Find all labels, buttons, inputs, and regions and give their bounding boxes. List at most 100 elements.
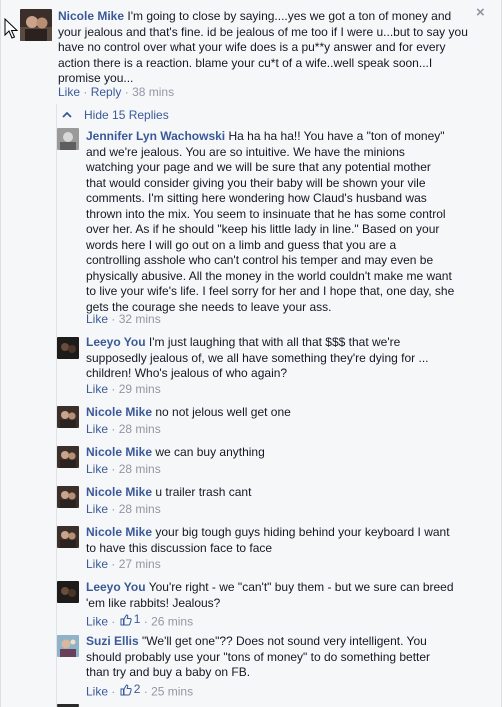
avatar[interactable] (57, 526, 79, 548)
comment-body: Nicole Mike no not jelous well get one (86, 405, 496, 421)
like-button[interactable]: Like (86, 382, 108, 396)
comment-line: over her. As if he should "keep his litt… (86, 222, 440, 236)
hide-replies-button[interactable]: Hide 15 Replies (62, 107, 169, 123)
comment-body: Nicole Mike we can buy anything (86, 445, 496, 461)
comment-body: Nicole Mike your big tough guys hiding b… (86, 525, 496, 556)
comment-actions: Like · Reply · 38 mins (58, 85, 175, 99)
comment-line: should probably use your "tons of money"… (86, 649, 431, 664)
comment-line: Leeyo You I'm just laughing that with al… (86, 335, 401, 349)
like-button[interactable]: Like (86, 615, 108, 629)
comment-body: Nicole Mike u trailer trash cant (86, 485, 496, 501)
comment-line: watching your page and we will be sure t… (86, 160, 431, 174)
comment-body: Leeyo You You're right - we "can't" buy … (86, 580, 496, 611)
comment-body: Suzi Ellis "We'll get one"?? Does not so… (86, 634, 496, 681)
comment-line: Nicole Mike no not jelous well get one (86, 405, 291, 419)
thumbs-up-icon (120, 683, 132, 695)
comment-author[interactable]: Suzi Ellis (86, 634, 139, 648)
comment-line: comments. I'm sitting here wondering how… (86, 191, 427, 205)
comment-line: 'em like rabbits! Jealous? (86, 595, 221, 610)
comment-author[interactable]: Nicole Mike (86, 405, 152, 419)
comment-line: Nicole Mike I'm going to close by saying… (58, 9, 452, 23)
comment-line: Leeyo You You're right - we "can't" buy … (86, 580, 454, 594)
comment-line: Suzi Ellis "We'll get one"?? Does not so… (86, 634, 427, 648)
comment-line: children! Who's jealous of who again? (86, 366, 288, 380)
avatar[interactable] (57, 337, 79, 359)
like-button[interactable]: Like (86, 502, 108, 516)
comment-author[interactable]: Leeyo You (86, 580, 146, 594)
avatar[interactable] (57, 581, 79, 603)
avatar[interactable] (57, 446, 79, 468)
comment-body: Leeyo You I'm just laughing that with al… (86, 335, 496, 382)
like-button[interactable]: Like (58, 85, 80, 99)
avatar[interactable] (57, 406, 79, 428)
avatar-photo-icon (57, 526, 79, 548)
comment-line: supposedly jealous of, we all have somet… (86, 350, 429, 365)
avatar[interactable] (57, 486, 79, 508)
comment-actions: Like · 27 mins (86, 557, 161, 571)
comment-author[interactable]: Nicole Mike (86, 525, 152, 539)
avatar[interactable] (20, 9, 52, 41)
avatar-photo-icon (57, 337, 79, 359)
like-count-value: 1 (133, 612, 141, 626)
comment-line: and we're jealous. You are so intuitive.… (86, 144, 405, 159)
thumbs-up-icon (120, 613, 132, 625)
comment-line: Nicole Mike u trailer trash cant (86, 485, 252, 499)
comment-line: to have this discussion face to face (86, 540, 273, 555)
like-button[interactable]: Like (86, 422, 108, 436)
comment-timestamp[interactable]: 26 mins (151, 615, 193, 629)
like-button[interactable]: Like (86, 462, 108, 476)
like-button[interactable]: Like (86, 685, 108, 699)
comment-line: thrown into the mix. You seem to insinua… (86, 206, 446, 221)
comment-line: Jennifer Lyn Wachowski Ha ha ha ha!! You… (86, 129, 445, 143)
like-button[interactable]: Like (86, 312, 108, 326)
comment-actions: Like · 1 · 26 mins (86, 612, 194, 629)
reply-button[interactable]: Reply (91, 85, 122, 99)
comment-timestamp[interactable]: 28 mins (119, 462, 161, 476)
comment-line: Nicole Mike we can buy anything (86, 445, 265, 459)
comment-body: Jennifer Lyn Wachowski Ha ha ha ha!! You… (86, 129, 496, 315)
comment-line: Nicole Mike your big tough guys hiding b… (86, 525, 450, 539)
comment-actions: Like · 28 mins (86, 422, 161, 436)
comment-author[interactable]: Nicole Mike (86, 485, 152, 499)
comment-line: have no control over what your wife does… (58, 40, 446, 54)
chevron-up-icon (62, 111, 72, 118)
comment-timestamp[interactable]: 29 mins (119, 382, 161, 396)
comment-author[interactable]: Jennifer Lyn Wachowski (86, 129, 225, 143)
comment-line: than try and buy a baby on FB. (86, 665, 251, 679)
like-count[interactable]: 2 (119, 682, 141, 697)
avatar-photo-icon (57, 128, 79, 150)
comment-actions: Like · 28 mins (86, 502, 161, 516)
hide-replies-label: Hide 15 Replies (84, 108, 169, 122)
comment-line: to live your wife's life. I feel sorry f… (86, 284, 455, 298)
avatar-photo-icon (57, 635, 79, 657)
comment-timestamp[interactable]: 25 mins (151, 685, 193, 699)
like-button[interactable]: Like (86, 557, 108, 571)
avatar-photo-icon (57, 581, 79, 603)
comment-line: that would consider giving you their bab… (86, 175, 426, 190)
comment-line: your jealous and that's fine. id be jeal… (58, 24, 468, 39)
comment-timestamp[interactable]: 28 mins (119, 502, 161, 516)
avatar-photo-icon (57, 486, 79, 508)
avatar-photo-icon (57, 446, 79, 468)
comment-actions: Like · 28 mins (86, 462, 161, 476)
mouse-cursor-icon (4, 18, 18, 39)
avatar[interactable] (57, 635, 79, 657)
comment-line: words here I will go out on a limb and g… (86, 237, 397, 252)
avatar[interactable] (57, 128, 79, 150)
comment-author[interactable]: Leeyo You (86, 335, 146, 349)
comment-line: controlling asshole who can't control hi… (86, 253, 434, 267)
comment-timestamp[interactable]: 32 mins (119, 312, 161, 326)
comment-timestamp[interactable]: 27 mins (119, 557, 161, 571)
comment-author[interactable]: Nicole Mike (58, 9, 124, 23)
comment-body: Nicole Mike I'm going to close by saying… (58, 9, 488, 87)
comment-actions: Like · 29 mins (86, 382, 161, 396)
comment-actions: Like · 2 · 25 mins (86, 682, 194, 699)
comment-line: physically abusive. All the money in the… (86, 268, 452, 283)
comment-actions: Like · 32 mins (86, 312, 161, 326)
like-count-value: 2 (133, 682, 141, 696)
like-count[interactable]: 1 (119, 612, 141, 627)
comment-timestamp[interactable]: 28 mins (119, 422, 161, 436)
comment-author[interactable]: Nicole Mike (86, 445, 152, 459)
comment-timestamp[interactable]: 38 mins (132, 85, 174, 99)
avatar-photo-icon (20, 9, 52, 41)
